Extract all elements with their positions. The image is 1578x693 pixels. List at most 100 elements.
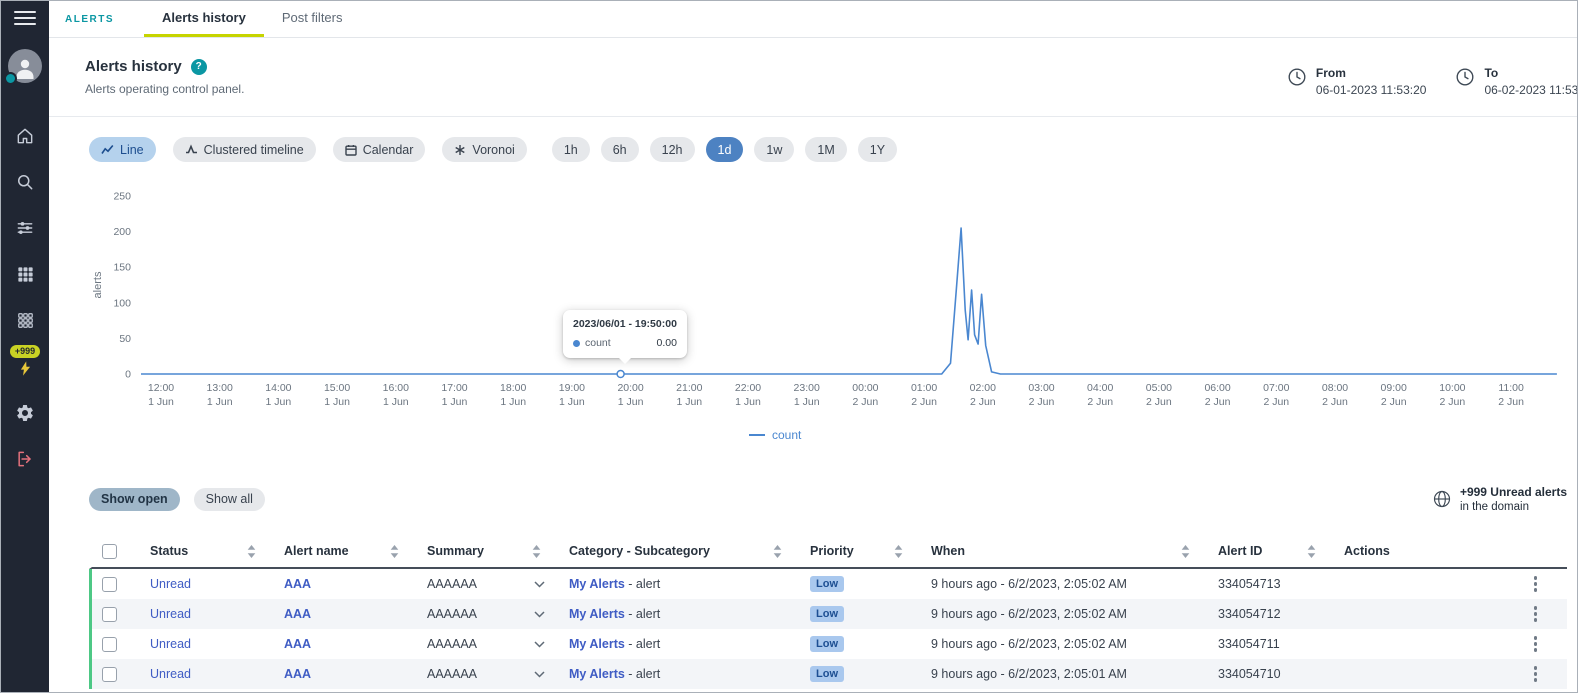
alert-name-link[interactable]: AAA xyxy=(284,637,311,651)
tooltip-series-label: count xyxy=(585,337,611,349)
chart-legend[interactable]: count xyxy=(749,428,801,442)
status-link[interactable]: Unread xyxy=(150,577,191,591)
sort-icon[interactable] xyxy=(1181,545,1190,558)
show-all-button[interactable]: Show all xyxy=(194,488,265,511)
range-button-1h[interactable]: 1h xyxy=(552,137,590,162)
category-cell: My Alerts - alert xyxy=(569,607,810,621)
svg-text:1 Jun: 1 Jun xyxy=(207,396,233,408)
user-avatar[interactable] xyxy=(8,49,42,83)
date-range-info: From 06-01-2023 11:53:20 To 06-02-2023 1… xyxy=(1286,66,1578,97)
status-cell: Unread xyxy=(150,607,284,621)
chart-tooltip: 2023/06/01 - 19:50:00 count 0.00 xyxy=(563,310,687,358)
actions-cell xyxy=(1344,603,1567,625)
table-row[interactable]: UnreadAAAAAAAAAMy Alerts - alertLow9 hou… xyxy=(89,629,1567,659)
apps-grid-icon[interactable] xyxy=(13,263,37,285)
row-checkbox[interactable] xyxy=(102,667,117,682)
alert-id-cell: 334054712 xyxy=(1218,607,1344,621)
view-button-calendar[interactable]: Calendar xyxy=(333,137,426,162)
alert-name-cell: AAA xyxy=(284,607,427,621)
row-actions-button[interactable] xyxy=(1530,633,1542,655)
column-header-alert-name[interactable]: Alert name xyxy=(284,544,427,558)
filters-icon[interactable] xyxy=(13,217,37,239)
sort-icon[interactable] xyxy=(894,545,903,558)
when-cell: 9 hours ago - 6/2/2023, 2:05:02 AM xyxy=(931,637,1218,651)
range-button-1y[interactable]: 1Y xyxy=(858,137,897,162)
column-header-summary[interactable]: Summary xyxy=(427,544,569,558)
chevron-down-icon[interactable] xyxy=(534,671,545,678)
alert-name-link[interactable]: AAA xyxy=(284,607,311,621)
alerts-line-chart[interactable]: 050100150200250alerts12:001 Jun13:001 Ju… xyxy=(89,186,1575,424)
to-datetime[interactable]: To 06-02-2023 11:53:20 xyxy=(1454,66,1578,97)
settings-gear-icon[interactable] xyxy=(13,402,37,424)
status-link[interactable]: Unread xyxy=(150,637,191,651)
chevron-down-icon[interactable] xyxy=(534,611,545,618)
status-link[interactable]: Unread xyxy=(150,607,191,621)
show-open-button[interactable]: Show open xyxy=(89,488,180,511)
table-row[interactable]: UnreadAAAAAAAAAMy Alerts - alertLow9 hou… xyxy=(89,569,1567,599)
priority-badge: Low xyxy=(810,576,844,592)
clock-icon xyxy=(1454,66,1476,88)
row-checkbox[interactable] xyxy=(102,637,117,652)
range-button-12h[interactable]: 12h xyxy=(650,137,695,162)
column-header-actions: Actions xyxy=(1344,544,1567,558)
hamburger-menu-button[interactable] xyxy=(1,1,49,35)
logout-icon[interactable] xyxy=(13,448,37,470)
tooltip-value: 0.00 xyxy=(630,337,676,349)
alert-name-link[interactable]: AAA xyxy=(284,577,311,591)
lightning-icon xyxy=(17,359,34,378)
sort-icon[interactable] xyxy=(1307,545,1316,558)
row-actions-button[interactable] xyxy=(1530,603,1542,625)
row-checkbox[interactable] xyxy=(102,577,117,592)
sort-icon[interactable] xyxy=(532,545,541,558)
actions-cell xyxy=(1344,573,1567,595)
row-actions-button[interactable] xyxy=(1530,573,1542,595)
column-header-category-subcategory[interactable]: Category - Subcategory xyxy=(569,544,810,558)
when-cell: 9 hours ago - 6/2/2023, 2:05:02 AM xyxy=(931,607,1218,621)
row-select-cell xyxy=(92,607,150,622)
view-button-voronoi[interactable]: Voronoi xyxy=(442,137,526,162)
modules-grid-icon[interactable] xyxy=(13,309,37,331)
alerts-shortcut[interactable]: +999 xyxy=(10,345,40,378)
category-cell: My Alerts - alert xyxy=(569,577,810,591)
home-icon[interactable] xyxy=(13,125,37,147)
column-header-when[interactable]: When xyxy=(931,544,1218,558)
range-button-1w[interactable]: 1w xyxy=(754,137,794,162)
range-button-6h[interactable]: 6h xyxy=(601,137,639,162)
alert-name-link[interactable]: AAA xyxy=(284,667,311,681)
svg-text:250: 250 xyxy=(113,191,131,203)
chevron-down-icon[interactable] xyxy=(534,641,545,648)
search-icon[interactable] xyxy=(13,171,37,193)
clock-icon xyxy=(1286,66,1308,88)
from-datetime[interactable]: From 06-01-2023 11:53:20 xyxy=(1286,66,1427,97)
category-link[interactable]: My Alerts xyxy=(569,667,625,681)
column-header-priority[interactable]: Priority xyxy=(810,544,931,558)
tab-alerts-history[interactable]: Alerts history xyxy=(144,1,264,37)
priority-badge: Low xyxy=(810,636,844,652)
row-checkbox[interactable] xyxy=(102,607,117,622)
tab-post-filters[interactable]: Post filters xyxy=(264,1,361,37)
status-link[interactable]: Unread xyxy=(150,667,191,681)
table-row[interactable]: UnreadAAAAAAAAAMy Alerts - alertLow9 hou… xyxy=(89,599,1567,629)
svg-text:12:00: 12:00 xyxy=(148,382,174,394)
row-actions-button[interactable] xyxy=(1530,663,1542,685)
table-row[interactable]: UnreadAAAAAAAAAMy Alerts - alertLow9 hou… xyxy=(89,659,1567,689)
main-area: ALERTS Alerts historyPost filters Alerts… xyxy=(49,1,1577,692)
category-link[interactable]: My Alerts xyxy=(569,577,625,591)
sort-icon[interactable] xyxy=(247,545,256,558)
sort-icon[interactable] xyxy=(390,545,399,558)
category-link[interactable]: My Alerts xyxy=(569,637,625,651)
category-link[interactable]: My Alerts xyxy=(569,607,625,621)
range-button-1d[interactable]: 1d xyxy=(706,137,744,162)
range-button-1m[interactable]: 1M xyxy=(805,137,846,162)
svg-text:alerts: alerts xyxy=(92,271,104,298)
chevron-down-icon[interactable] xyxy=(534,581,545,588)
svg-text:05:00: 05:00 xyxy=(1146,382,1172,394)
category-cell: My Alerts - alert xyxy=(569,637,810,651)
column-header-alert-id[interactable]: Alert ID xyxy=(1218,544,1344,558)
view-button-clustered-timeline[interactable]: Clustered timeline xyxy=(173,137,316,162)
column-header-status[interactable]: Status xyxy=(150,544,284,558)
sort-icon[interactable] xyxy=(773,545,782,558)
help-icon[interactable]: ? xyxy=(191,59,207,75)
select-all-checkbox[interactable] xyxy=(102,544,117,559)
view-button-line[interactable]: Line xyxy=(89,137,156,162)
